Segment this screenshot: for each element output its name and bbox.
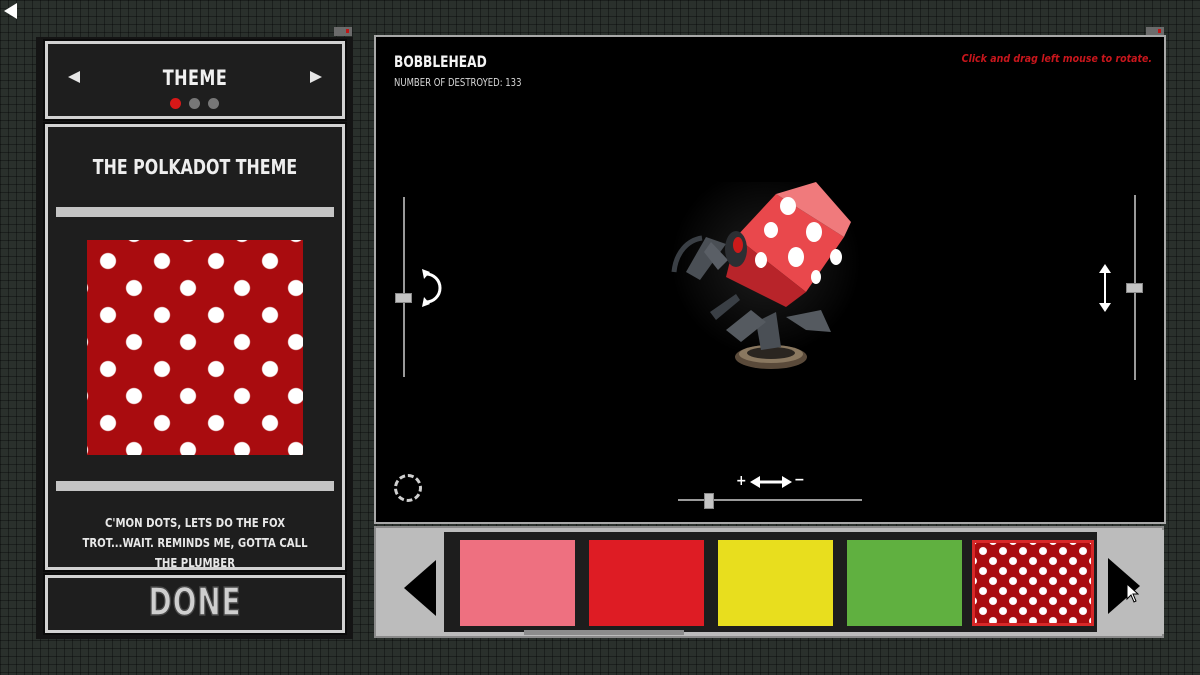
theme-preview-image	[87, 240, 303, 455]
swatch-prev-arrow-icon	[404, 560, 436, 616]
height-slider-knob[interactable]	[1126, 283, 1143, 293]
theme-card: THE POLKADOT THEME C'MON DOTS, LETS DO T…	[45, 124, 345, 570]
swatch-list	[444, 532, 1097, 635]
swatch-green[interactable]	[847, 540, 962, 626]
theme-header-title: THEME	[162, 66, 228, 90]
destroyed-count: NUMBER OF DESTROYED: 133	[394, 77, 522, 89]
reset-view-icon[interactable]	[394, 474, 422, 502]
done-button-label: DONE	[148, 579, 242, 625]
swatch-pink[interactable]	[460, 540, 575, 626]
swatch-next-button[interactable]	[1100, 530, 1164, 634]
vertical-move-icon	[1099, 264, 1111, 312]
page-dot-2[interactable]	[189, 98, 200, 109]
page-dot-3[interactable]	[208, 98, 219, 109]
top-divider	[56, 207, 334, 217]
rotate-slider-track[interactable]	[403, 197, 405, 377]
zoom-minus-label: −	[794, 472, 805, 488]
swatch-yellow[interactable]	[718, 540, 833, 626]
swatch-strip	[374, 526, 1164, 638]
model-viewer[interactable]: BOBBLEHEAD NUMBER OF DESTROYED: 133 Clic…	[374, 35, 1166, 524]
next-theme-arrow-icon[interactable]	[310, 71, 322, 83]
theme-header: THEME	[45, 41, 345, 119]
rotate-slider-knob[interactable]	[395, 293, 412, 303]
page-dot-1[interactable]	[170, 98, 181, 109]
zoom-plus-label: +	[736, 473, 747, 489]
mouse-cursor-icon	[1126, 583, 1139, 603]
zoom-slider-knob[interactable]	[704, 493, 714, 509]
swatch-polkadot[interactable]	[972, 540, 1094, 626]
model-name: BOBBLEHEAD	[394, 52, 487, 71]
bottom-divider	[56, 481, 334, 491]
horizontal-move-icon	[750, 476, 792, 488]
panel-corner-tab	[334, 27, 352, 36]
rotate-hint: Click and drag left mouse to rotate.	[961, 53, 1152, 65]
theme-description: C'MON DOTS, LETS DO THE FOX TROT...WAIT.…	[82, 515, 308, 570]
rotate-icon	[422, 269, 442, 307]
swatch-scrollbar-thumb[interactable]	[524, 630, 684, 635]
back-arrow-icon[interactable]	[4, 3, 17, 19]
bobblehead-model-image	[671, 182, 861, 369]
swatch-red[interactable]	[589, 540, 704, 626]
done-button[interactable]: DONE	[45, 575, 345, 633]
swatch-prev-button[interactable]	[378, 530, 442, 634]
theme-name: THE POLKADOT THEME	[92, 155, 298, 179]
